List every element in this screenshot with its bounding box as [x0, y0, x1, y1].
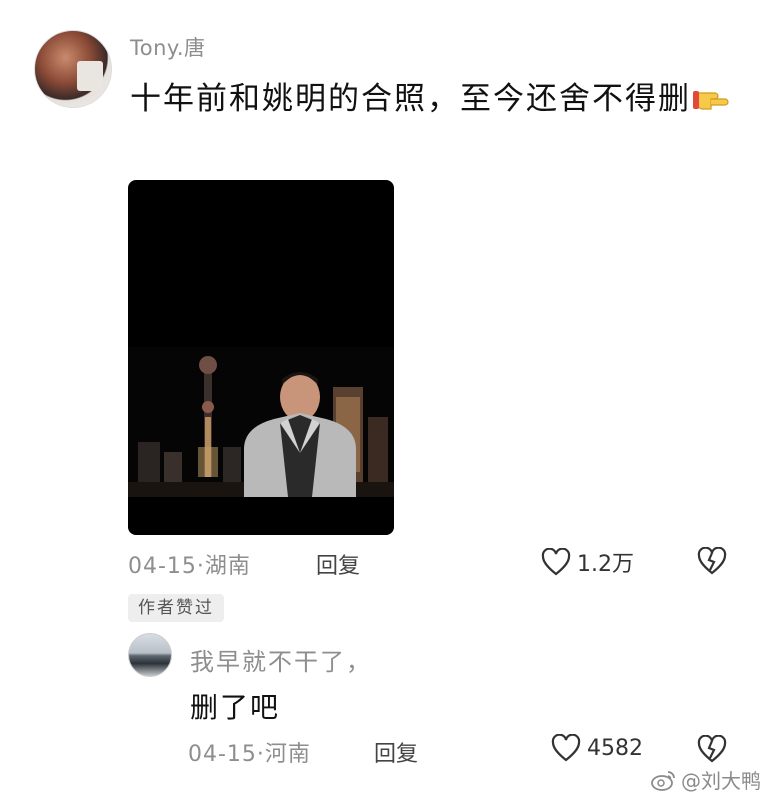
- broken-heart-icon: [697, 734, 727, 763]
- watermark-text: @刘大鸭: [681, 769, 761, 793]
- pointing-right-icon: [693, 78, 731, 124]
- like-count: 1.2万: [577, 552, 634, 577]
- watermark: @刘大鸭: [651, 765, 761, 794]
- person-figure: [244, 372, 356, 497]
- weibo-logo-icon: [651, 770, 675, 791]
- reply-dislike-button[interactable]: [697, 734, 727, 769]
- reply-avatar[interactable]: [128, 633, 172, 677]
- heart-outline-icon: [551, 734, 581, 762]
- reply-button[interactable]: 回复: [316, 548, 360, 580]
- reply-meta-row: 04-15·河南 回复 4582: [188, 734, 748, 768]
- commenter-avatar[interactable]: [34, 30, 112, 108]
- reply-username[interactable]: 我早就不干了，: [190, 642, 372, 677]
- author-liked-badge: 作者赞过: [128, 594, 224, 622]
- comment-date-location: 04-15·湖南: [128, 554, 251, 579]
- like-button[interactable]: 1.2万: [541, 546, 634, 578]
- dislike-button[interactable]: [697, 546, 727, 581]
- heart-outline-icon: [541, 548, 571, 576]
- reply-date-location: 04-15·河南: [188, 742, 311, 767]
- reply-reply-button[interactable]: 回复: [374, 736, 418, 768]
- reply-body: 删了吧: [190, 691, 281, 724]
- reply-like-count: 4582: [587, 735, 643, 761]
- reply-like-button[interactable]: 4582: [551, 734, 643, 762]
- comment-thread: Tony.唐 十年前和姚明的合照，至今还舍不得删 04-15·湖南 回复 1.2…: [0, 0, 771, 800]
- comment-body: 十年前和姚明的合照，至今还舍不得删: [130, 76, 740, 124]
- comment-photo[interactable]: [128, 180, 394, 535]
- comment-meta-row: 04-15·湖南 回复 1.2万: [128, 546, 738, 580]
- broken-heart-icon: [697, 546, 727, 575]
- commenter-username[interactable]: Tony.唐: [130, 32, 206, 62]
- comment-text: 十年前和姚明的合照，至今还舍不得删: [130, 81, 691, 117]
